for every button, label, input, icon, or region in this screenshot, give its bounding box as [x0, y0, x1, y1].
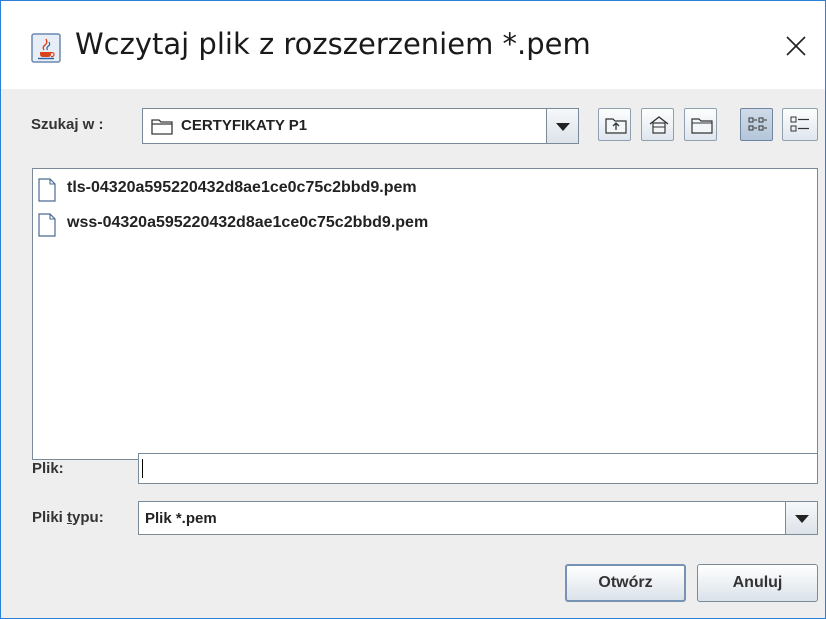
folder-up-icon — [605, 118, 627, 134]
file-type-label-prefix: Pliki — [32, 509, 68, 526]
file-type-value: Plik *.pem — [145, 510, 217, 527]
file-icon — [38, 178, 56, 202]
java-cup-icon — [31, 33, 61, 63]
look-in-combo[interactable]: CERTYFIKATY P1 — [142, 108, 579, 144]
file-type-label: Pliki typu: — [32, 509, 104, 526]
file-name-field[interactable] — [138, 453, 818, 484]
folder-icon — [151, 119, 173, 135]
chevron-down-icon[interactable] — [546, 109, 578, 143]
file-name: wss-04320a595220432d8ae1ce0c75c2bbd9.pem — [67, 214, 429, 231]
file-name: tls-04320a595220432d8ae1ce0c75c2bbd9.pem — [67, 179, 417, 196]
file-list[interactable]: tls-04320a595220432d8ae1ce0c75c2bbd9.pem… — [32, 168, 818, 460]
list-view-icon — [748, 117, 767, 131]
details-view-icon — [790, 116, 809, 132]
details-view-button[interactable] — [782, 108, 818, 141]
file-name-label: Plik: — [32, 460, 64, 477]
new-folder-icon — [691, 118, 713, 134]
file-icon — [38, 213, 56, 237]
look-in-value: CERTYFIKATY P1 — [181, 117, 308, 134]
cancel-button[interactable]: Anuluj — [697, 564, 818, 602]
home-icon — [649, 116, 669, 134]
file-chooser-dialog: Wczytaj plik z rozszerzeniem *.pem Szuka… — [0, 0, 826, 619]
chevron-down-icon[interactable] — [785, 502, 817, 534]
close-icon[interactable] — [781, 31, 811, 61]
look-in-label: Szukaj w : — [31, 116, 104, 133]
text-caret — [142, 459, 143, 478]
file-type-label-suffix: ypu: — [72, 509, 104, 526]
file-type-combo[interactable]: Plik *.pem — [138, 501, 818, 535]
open-button[interactable]: Otwórz — [565, 564, 686, 602]
list-view-button[interactable] — [740, 108, 773, 141]
dialog-title: Wczytaj plik z rozszerzeniem *.pem — [75, 27, 591, 61]
home-button[interactable] — [641, 108, 674, 141]
new-folder-button[interactable] — [684, 108, 717, 141]
up-one-level-button[interactable] — [598, 108, 631, 141]
title-bar[interactable]: Wczytaj plik z rozszerzeniem *.pem — [1, 1, 825, 89]
